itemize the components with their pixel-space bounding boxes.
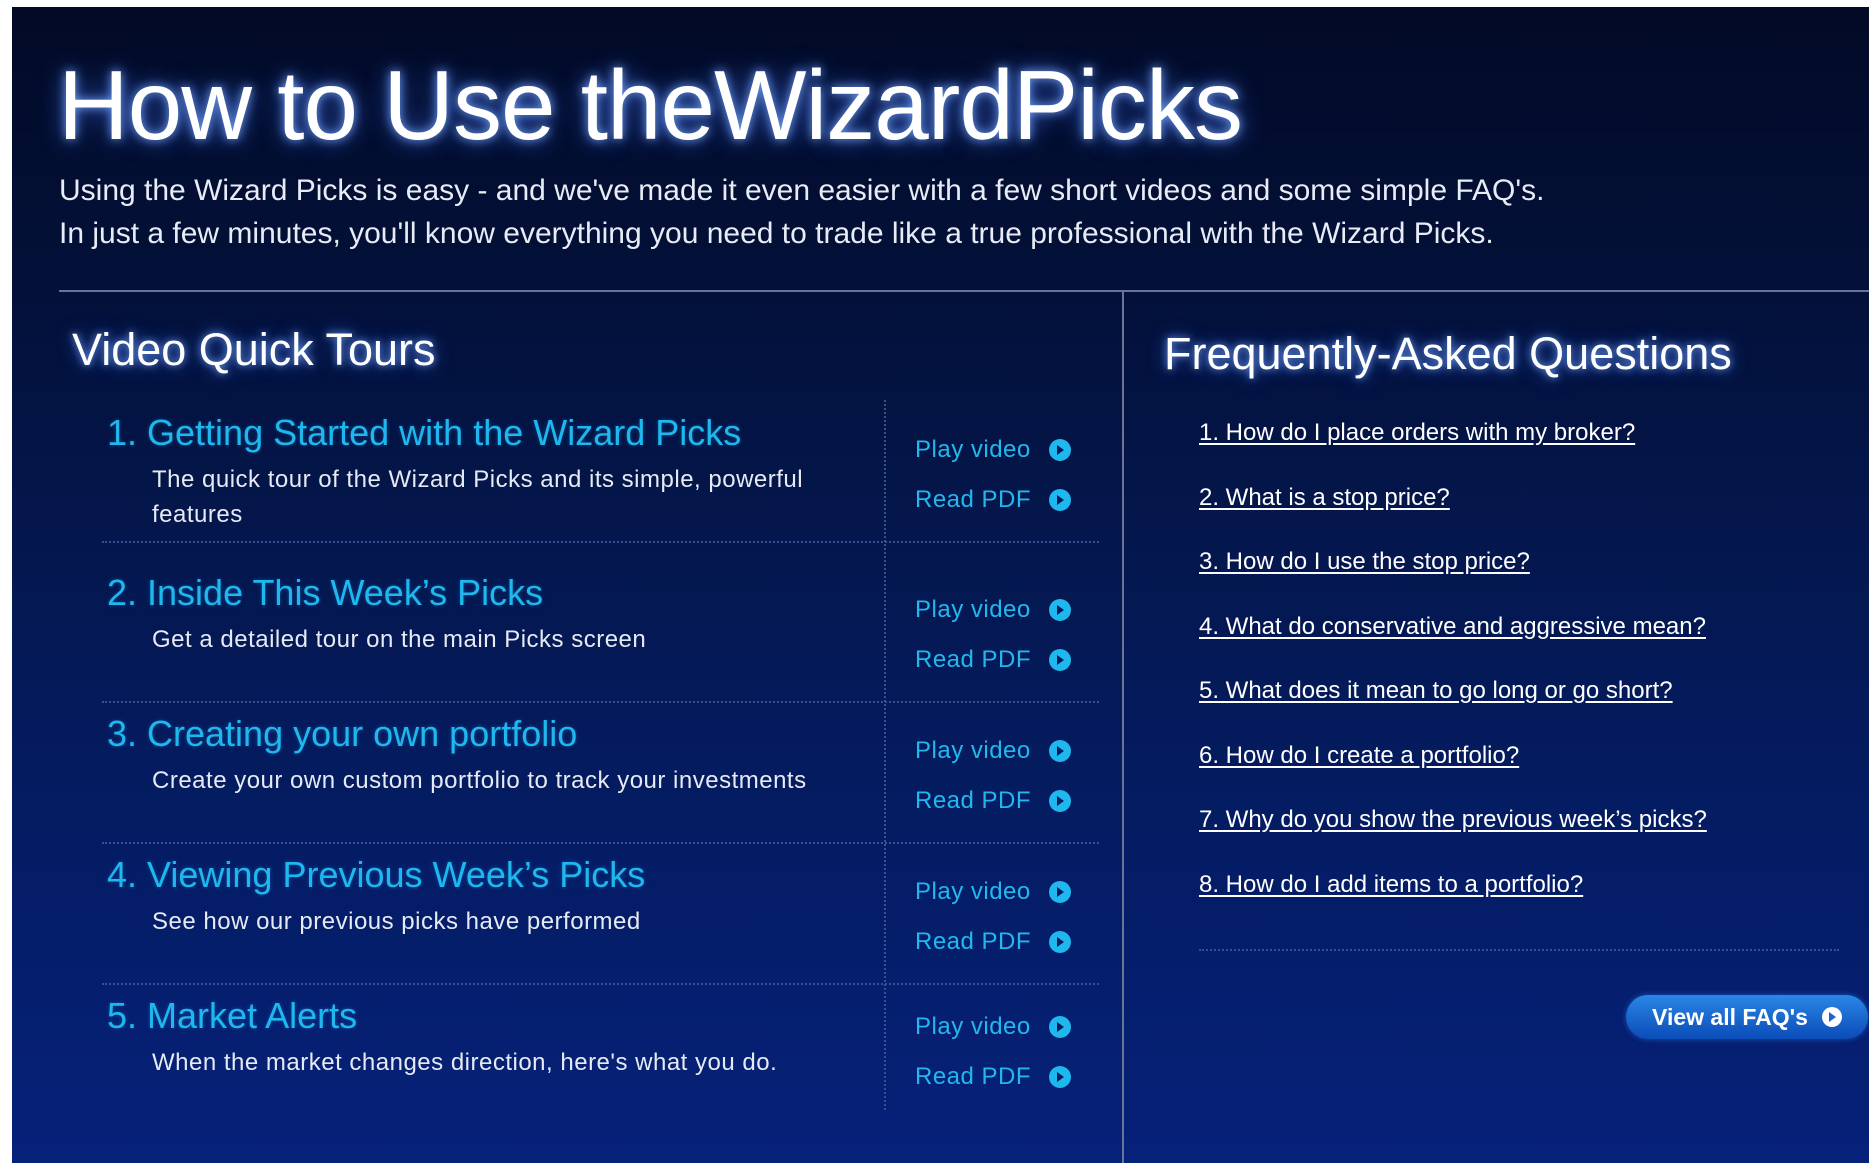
faq-dotted-separator (1199, 949, 1839, 951)
tour-description: The quick tour of the Wizard Picks and i… (152, 466, 804, 528)
tour-description: When the market changes direction, here'… (152, 1049, 778, 1076)
tour-title[interactable]: 5. Market Alerts (107, 995, 357, 1037)
read-pdf-link[interactable]: Read PDF (915, 928, 1072, 956)
faq-link[interactable]: 6. How do I create a portfolio? (1199, 742, 1839, 807)
play-arrow-icon (1048, 1016, 1071, 1038)
play-arrow-icon (1049, 931, 1072, 953)
tour-item-market-alerts: 5. Market Alerts When the market changes… (102, 983, 1099, 1124)
play-video-label: Play video (915, 596, 1031, 623)
play-arrow-icon (1048, 599, 1071, 621)
play-video-label: Play video (915, 1013, 1031, 1040)
view-all-faqs-label: View all FAQ's (1652, 1003, 1808, 1030)
play-arrow-icon (1049, 1066, 1072, 1088)
read-pdf-label: Read PDF (915, 787, 1032, 814)
play-video-label: Play video (915, 436, 1031, 463)
read-pdf-link[interactable]: Read PDF (915, 787, 1072, 815)
tour-title[interactable]: 1. Getting Started with the Wizard Picks (107, 412, 741, 454)
read-pdf-label: Read PDF (915, 646, 1032, 673)
play-arrow-icon (1049, 489, 1072, 511)
intro-text: Using the Wizard Picks is easy - and we'… (59, 169, 1544, 255)
tour-title[interactable]: 2. Inside This Week’s Picks (107, 572, 543, 614)
arrow-right-icon (1821, 1007, 1842, 1027)
tour-title[interactable]: 4. Viewing Previous Week’s Picks (107, 854, 645, 896)
tour-item-getting-started: 1. Getting Started with the Wizard Picks… (102, 400, 1099, 543)
read-pdf-link[interactable]: Read PDF (915, 486, 1072, 514)
tour-item-inside-picks: 2. Inside This Week’s Picks Get a detail… (102, 560, 1099, 703)
intro-line-1: Using the Wizard Picks is easy - and we'… (59, 174, 1545, 207)
play-video-link[interactable]: Play video (915, 1013, 1071, 1041)
faq-link[interactable]: 8. How do I add items to a portfolio? (1199, 871, 1839, 936)
play-arrow-icon (1049, 790, 1072, 812)
view-all-faqs-button[interactable]: View all FAQ's (1626, 995, 1868, 1039)
header-divider (59, 290, 1869, 292)
faq-link[interactable]: 7. Why do you show the previous week’s p… (1199, 806, 1839, 871)
tour-title[interactable]: 3. Creating your own portfolio (107, 713, 577, 755)
tour-description: Get a detailed tour on the main Picks sc… (152, 626, 647, 653)
faq-link[interactable]: 5. What does it mean to go long or go sh… (1199, 677, 1839, 742)
play-arrow-icon (1049, 649, 1072, 671)
page-panel: How to Use theWizardPicks Using the Wiza… (12, 7, 1869, 1163)
play-video-link[interactable]: Play video (915, 737, 1071, 765)
read-pdf-link[interactable]: Read PDF (915, 646, 1072, 674)
read-pdf-link[interactable]: Read PDF (915, 1063, 1072, 1091)
faq-link[interactable]: 3. How do I use the stop price? (1199, 548, 1839, 613)
faq-list: 1. How do I place orders with my broker?… (1199, 419, 1839, 935)
intro-line-2: In just a few minutes, you'll know every… (59, 217, 1494, 250)
faq-link[interactable]: 1. How do I place orders with my broker? (1199, 419, 1839, 484)
play-video-link[interactable]: Play video (915, 596, 1071, 624)
read-pdf-label: Read PDF (915, 1063, 1032, 1090)
play-video-label: Play video (915, 737, 1031, 764)
read-pdf-label: Read PDF (915, 486, 1032, 513)
page-title: How to Use theWizardPicks (58, 50, 1243, 160)
tour-description: Create your own custom portfolio to trac… (152, 767, 807, 794)
play-video-link[interactable]: Play video (915, 436, 1071, 464)
play-arrow-icon (1048, 439, 1071, 461)
faq-link[interactable]: 2. What is a stop price? (1199, 484, 1839, 549)
play-arrow-icon (1048, 881, 1071, 903)
tour-description: See how our previous picks have performe… (152, 908, 641, 935)
play-video-label: Play video (915, 878, 1031, 905)
faq-heading: Frequently-Asked Questions (1164, 328, 1732, 379)
video-tours-list: 1. Getting Started with the Wizard Picks… (102, 400, 1099, 1110)
play-arrow-icon (1048, 740, 1071, 762)
video-tours-heading: Video Quick Tours (72, 324, 436, 375)
tour-item-previous-picks: 4. Viewing Previous Week’s Picks See how… (102, 842, 1099, 985)
read-pdf-label: Read PDF (915, 928, 1032, 955)
column-divider (1122, 290, 1124, 1163)
play-video-link[interactable]: Play video (915, 878, 1071, 906)
tour-item-portfolio: 3. Creating your own portfolio Create yo… (102, 701, 1099, 844)
faq-link[interactable]: 4. What do conservative and aggressive m… (1199, 613, 1839, 678)
